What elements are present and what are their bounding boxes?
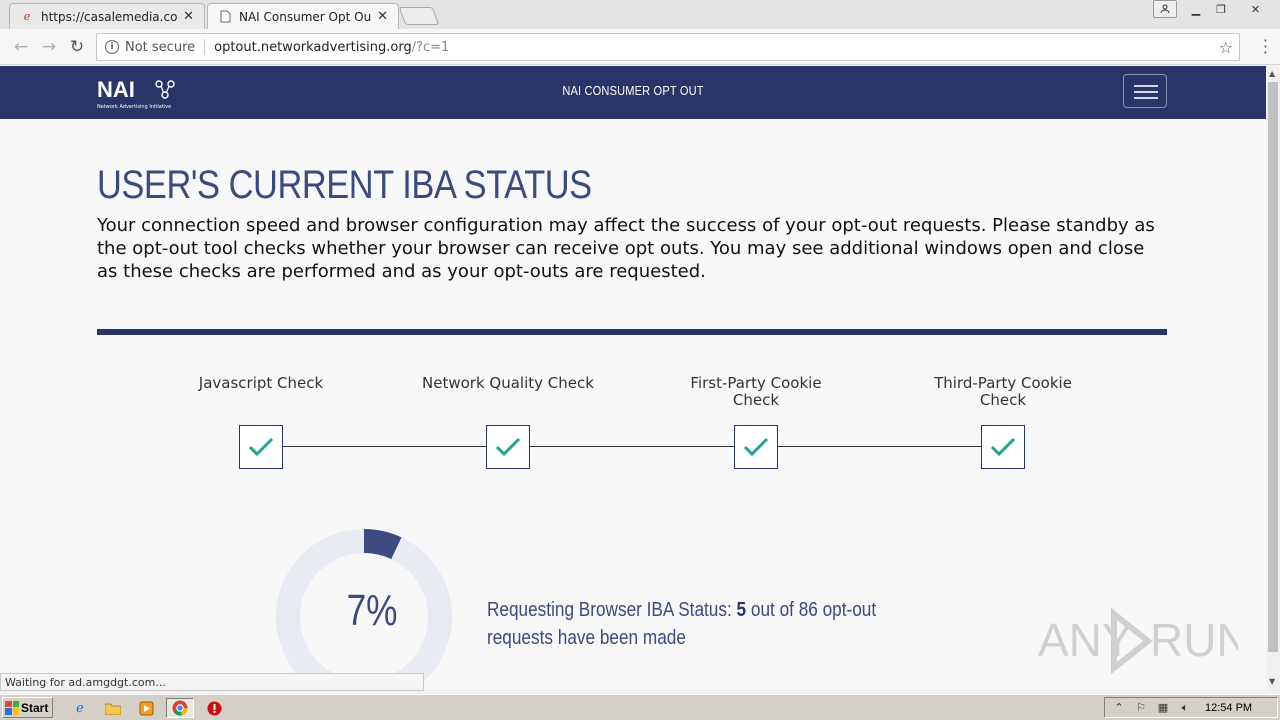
restore-icon[interactable]: ❐	[1209, 0, 1233, 18]
page-e-icon: e	[23, 10, 31, 23]
step-connector	[283, 446, 486, 447]
url-path[interactable]: /?c=1	[412, 40, 450, 55]
folder-icon[interactable]	[103, 698, 123, 718]
window-close-icon[interactable]: ✕	[1233, 0, 1278, 18]
tab-strip: e https://casalemedia.com ✕ NAI Consumer…	[0, 0, 1280, 29]
page-title: USER'S CURRENT IBA STATUS	[97, 163, 592, 207]
step-connector	[530, 446, 734, 447]
watermark-left-text: ANY	[1038, 614, 1133, 666]
step-check-javascript	[239, 425, 283, 469]
web-page: NAI Network Advertising Initiative NAI C…	[0, 66, 1266, 690]
start-label: Start	[21, 700, 49, 715]
scroll-up-arrow-icon[interactable]: ▲	[1269, 69, 1275, 78]
address-bar[interactable]: i Not secure optout.networkadvertising.o…	[96, 33, 1240, 61]
request-status-text: Requesting Browser IBA Status: 5 out of …	[487, 596, 917, 652]
volume-icon[interactable]: 🔈︎	[1177, 700, 1193, 716]
site-navbar: NAI Network Advertising Initiative NAI C…	[0, 66, 1266, 119]
network-icon[interactable]: ▦	[1155, 700, 1171, 716]
windows-taskbar: Start ℯ ⌃ ⚐ ▦ 🔈︎ 12:54 PM	[0, 694, 1280, 720]
checkmark-icon	[495, 437, 521, 457]
info-icon[interactable]: i	[105, 40, 119, 54]
bookmark-star-icon[interactable]: ☆	[1219, 38, 1233, 57]
stop-icon[interactable]	[204, 698, 224, 718]
start-button[interactable]: Start	[2, 697, 53, 718]
hamburger-bar	[1134, 97, 1158, 99]
security-label[interactable]: Not secure	[125, 40, 195, 55]
windows-flag-icon	[5, 700, 19, 715]
checkmark-icon	[743, 437, 769, 457]
scroll-down-arrow-icon[interactable]: ▼	[1269, 677, 1275, 686]
flag-icon[interactable]: ⚐	[1133, 700, 1149, 716]
nai-logo[interactable]: NAI Network Advertising Initiative	[97, 77, 175, 110]
checkmark-icon	[990, 437, 1016, 457]
loading-status-bubble: Waiting for ad.amgdgt.com...	[0, 673, 424, 691]
close-icon[interactable]: ✕	[377, 9, 388, 24]
tab-casalemedia[interactable]: e https://casalemedia.com ✕	[9, 3, 205, 29]
system-tray: ⌃ ⚐ ▦ 🔈︎ 12:54 PM	[1104, 697, 1278, 718]
tray-expand-icon[interactable]: ⌃	[1111, 700, 1127, 716]
hamburger-bar	[1134, 85, 1158, 87]
reload-icon[interactable]: ↻	[67, 37, 87, 57]
nav-title: NAI CONSUMER OPT OUT	[562, 83, 704, 98]
forward-arrow-icon[interactable]: →	[39, 37, 59, 57]
network-nodes-icon	[155, 80, 175, 99]
media-player-icon[interactable]	[136, 698, 156, 718]
step-label-network-quality: Network Quality Check	[422, 374, 594, 392]
page-icon	[218, 10, 232, 24]
step-check-first-party-cookie	[734, 425, 778, 469]
step-check-third-party-cookie	[981, 425, 1025, 469]
profile-icon[interactable]	[1153, 0, 1177, 18]
back-arrow-icon[interactable]: ←	[11, 37, 31, 57]
url-host[interactable]: optout.networkadvertising.org	[214, 40, 412, 55]
browser-menu-icon[interactable]: · · ·	[1263, 33, 1268, 61]
status-prefix: Requesting Browser IBA Status:	[487, 599, 737, 621]
hamburger-bar	[1134, 91, 1158, 93]
intro-paragraph: Your connection speed and browser config…	[97, 215, 1155, 282]
browser-toolbar: ← → ↻ i Not secure optout.networkadverti…	[0, 29, 1280, 65]
step-label-first-party-cookie: First-Party Cookie Check	[690, 374, 822, 409]
step-label-javascript: Javascript Check	[198, 374, 324, 392]
anyrun-watermark-logo: ANY RUN	[1038, 607, 1238, 675]
step-check-network-quality	[486, 425, 530, 469]
tab-nai-opt-out[interactable]: NAI Consumer Opt Out ✕	[207, 3, 399, 29]
chrome-taskbar-button[interactable]	[166, 698, 194, 718]
section-divider	[97, 329, 1167, 335]
new-tab-button[interactable]	[398, 7, 440, 25]
close-icon[interactable]: ✕	[183, 9, 194, 24]
step-label-third-party-cookie: Third-Party Cookie Check	[934, 374, 1072, 409]
step-connector	[778, 446, 981, 447]
checkmark-icon	[248, 437, 274, 457]
tab-title: NAI Consumer Opt Out	[239, 9, 372, 24]
progress-percent: 7%	[346, 586, 398, 635]
tab-title: https://casalemedia.com	[41, 9, 178, 24]
omnibox-divider	[204, 39, 206, 55]
scrollbar-thumb[interactable]	[1268, 82, 1278, 652]
page-scrollbar[interactable]: ▲ ▼	[1266, 66, 1280, 690]
logo-text: NAI	[97, 77, 135, 102]
logo-subtext: Network Advertising Initiative	[97, 104, 172, 110]
watermark-right-text: RUN	[1150, 614, 1238, 666]
minimize-icon[interactable]: ▁	[1183, 0, 1209, 18]
hamburger-menu-button[interactable]	[1123, 74, 1167, 108]
internet-explorer-icon[interactable]: ℯ	[70, 698, 90, 718]
chrome-icon	[172, 700, 188, 716]
status-done-count: 5	[736, 599, 747, 621]
clock[interactable]: 12:54 PM	[1205, 702, 1252, 714]
